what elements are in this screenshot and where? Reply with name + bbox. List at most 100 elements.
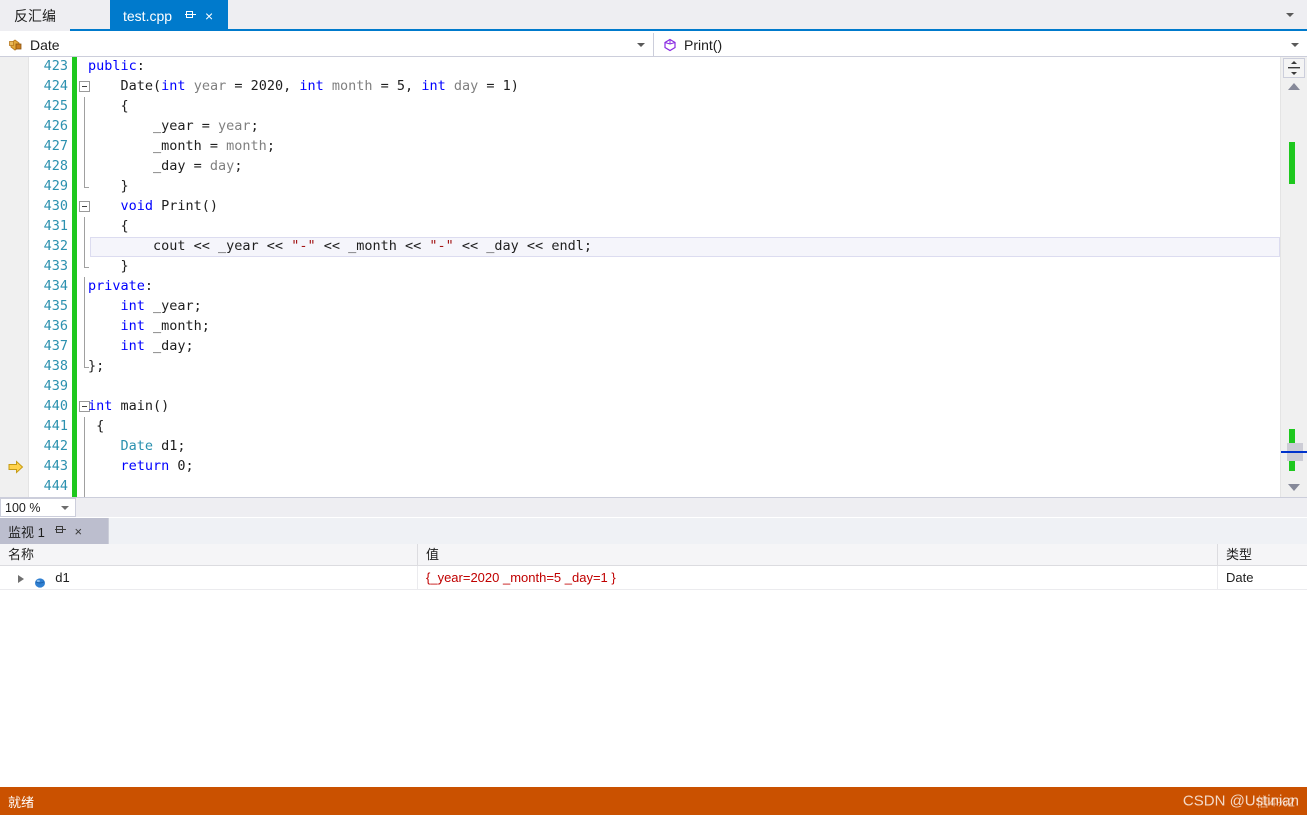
watch-toolstrip	[108, 518, 1307, 544]
editor-split-button[interactable]	[1283, 58, 1305, 78]
change-bar	[72, 297, 77, 317]
line-number: 441	[43, 418, 68, 434]
code-line-text[interactable]: int _year;	[88, 298, 202, 314]
code-line-text[interactable]: }	[88, 178, 129, 194]
change-bar	[72, 317, 77, 337]
change-bar	[72, 157, 77, 177]
zoom-chevron-down-icon[interactable]	[61, 505, 69, 510]
change-bar	[72, 117, 77, 137]
change-bar	[72, 457, 77, 477]
tab-test-cpp[interactable]: test.cpp ×	[110, 0, 229, 31]
code-line-text[interactable]: void Print()	[88, 198, 219, 214]
code-line-text[interactable]: _month = month;	[88, 138, 275, 154]
change-bar	[72, 337, 77, 357]
line-number: 440	[43, 398, 68, 414]
code-line-text[interactable]: };	[88, 358, 104, 374]
change-bar	[72, 217, 77, 237]
scope-chevron-down-icon[interactable]	[637, 42, 645, 47]
watch-row-type: Date	[1226, 570, 1254, 585]
line-number: 424	[43, 78, 68, 94]
change-bar	[72, 77, 77, 97]
column-header-type[interactable]: 类型	[1218, 544, 1307, 565]
tab-disassembly[interactable]: 反汇编	[0, 0, 70, 31]
member-dropdown[interactable]: Print()	[654, 33, 1307, 56]
method-icon	[662, 37, 678, 53]
code-line-text[interactable]: int main()	[88, 398, 169, 414]
line-number: 423	[43, 58, 68, 74]
code-line-text[interactable]: {	[88, 418, 104, 434]
watch-panel-header: 监视 1 ×	[0, 518, 1307, 544]
watch-row-name-cell[interactable]: d1	[0, 566, 418, 589]
line-number: 433	[43, 258, 68, 274]
change-bar	[72, 377, 77, 397]
line-number: 439	[43, 378, 68, 394]
close-icon[interactable]: ×	[200, 6, 218, 26]
code-line-text[interactable]: {	[88, 98, 129, 114]
code-line-text[interactable]: _day = day;	[88, 158, 242, 174]
code-line-text[interactable]: public:	[88, 58, 145, 74]
watch-pin-icon[interactable]	[53, 522, 70, 540]
code-line-text[interactable]: return 0;	[88, 458, 194, 474]
line-number: 425	[43, 98, 68, 114]
change-bar	[72, 477, 77, 497]
change-bar	[72, 137, 77, 157]
line-number: 436	[43, 318, 68, 334]
tab-test-cpp-label: test.cpp	[123, 7, 173, 24]
code-line-text[interactable]: {	[88, 218, 129, 234]
code-line-text[interactable]: Date d1;	[88, 438, 186, 454]
watch-row-name: d1	[55, 570, 70, 585]
scroll-change-marker	[1289, 142, 1295, 184]
code-editor[interactable]: 423 public: 424 Date(int year = 2020, int …	[0, 57, 1307, 497]
line-number: 427	[43, 138, 68, 154]
chevron-down-icon	[1286, 12, 1294, 17]
line-number: 435	[43, 298, 68, 314]
code-line-text[interactable]: cout << _year << "-" << _month << "-" <<…	[88, 238, 592, 254]
line-number: 442	[43, 438, 68, 454]
line-number: 429	[43, 178, 68, 194]
member-label: Print()	[684, 36, 723, 53]
change-bar	[72, 237, 77, 257]
zoom-level-dropdown[interactable]: 100 %	[0, 498, 76, 517]
code-line-text[interactable]: Date(int year = 2020, int month = 5, int…	[88, 78, 519, 94]
column-header-value[interactable]: 值	[418, 544, 1218, 565]
pin-icon[interactable]	[182, 6, 200, 26]
watch-grid-header: 名称 值 类型	[0, 544, 1307, 566]
watch-close-icon[interactable]: ×	[70, 522, 87, 540]
code-line-text[interactable]: int _month;	[88, 318, 210, 334]
scroll-down-arrow-icon[interactable]	[1288, 484, 1300, 491]
change-bar	[72, 177, 77, 197]
change-bar	[72, 417, 77, 437]
change-bar	[72, 437, 77, 457]
editor-status-strip: 100 %	[0, 497, 1307, 517]
member-chevron-down-icon[interactable]	[1291, 42, 1299, 47]
line-number: 444	[43, 478, 68, 494]
code-line-text[interactable]: _year = year;	[88, 118, 259, 134]
editor-vertical-scrollbar[interactable]	[1280, 57, 1307, 497]
code-line-text[interactable]: }	[88, 258, 129, 274]
change-bar	[72, 97, 77, 117]
code-line-text[interactable]: int _day;	[88, 338, 194, 354]
line-number: 437	[43, 338, 68, 354]
status-text: 就绪	[8, 794, 35, 810]
object-icon	[34, 573, 46, 588]
tab-overflow-chevron-down-icon[interactable]	[1277, 0, 1303, 29]
line-number: 432	[43, 238, 68, 254]
scroll-current-line-marker	[1281, 451, 1307, 453]
table-row[interactable]: d1 {_year=2020 _month=5 _day=1 } Date	[0, 566, 1307, 590]
change-bar	[72, 357, 77, 377]
navigation-bar: Date Print()	[0, 33, 1307, 57]
watch-row-value[interactable]: {_year=2020 _month=5 _day=1 }	[418, 566, 1218, 589]
chevron-right-icon[interactable]	[18, 574, 24, 583]
scroll-up-arrow-icon[interactable]	[1288, 83, 1300, 90]
change-bar	[72, 57, 77, 77]
watch-tab-label: 监视 1	[8, 524, 45, 540]
watch-tab[interactable]: 监视 1 ×	[0, 518, 108, 544]
column-header-name[interactable]: 名称	[0, 544, 418, 565]
code-lines-container[interactable]: 423 public: 424 Date(int year = 2020, int …	[0, 57, 1280, 497]
scope-label: Date	[30, 36, 60, 53]
line-number: 430	[43, 198, 68, 214]
code-line-text[interactable]: private:	[88, 278, 153, 294]
scope-dropdown[interactable]: Date	[0, 33, 654, 56]
line-number: 431	[43, 218, 68, 234]
status-bar: 就绪 CSDN @Ustinian 信4%2	[0, 787, 1307, 815]
